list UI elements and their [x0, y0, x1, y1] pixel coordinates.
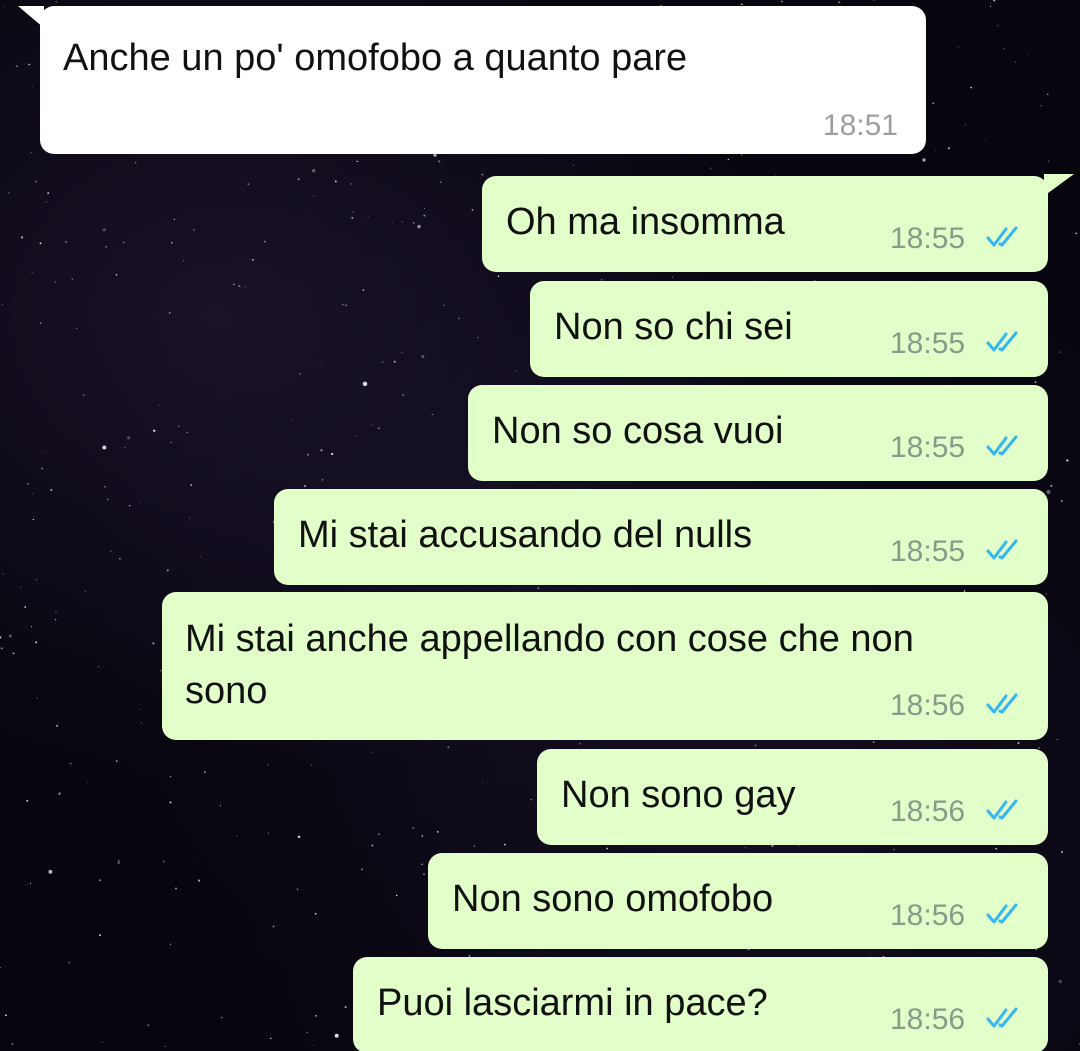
message-text: Puoi lasciarmi in pace?: [377, 982, 768, 1024]
message-bubble-outgoing[interactable]: Mi stai accusando del nulls 18:55: [274, 489, 1048, 585]
message-bubble-outgoing[interactable]: Non sono omofobo 18:56: [428, 853, 1048, 949]
message-time: 18:56: [890, 689, 966, 722]
double-check-icon: [986, 1007, 1018, 1028]
message-bubble-incoming[interactable]: Anche un po' omofobo a quanto pare 18:51: [40, 6, 926, 154]
double-check-icon: [986, 693, 1018, 714]
outgoing-bubble-tail: [1044, 174, 1074, 196]
message-time: 18:55: [890, 535, 966, 568]
message-bubble-outgoing[interactable]: Non sono gay 18:56: [537, 749, 1048, 845]
double-check-icon: [986, 226, 1018, 247]
message-text: Non sono gay: [561, 774, 796, 816]
chat-background: Anche un po' omofobo a quanto pare 18:51…: [0, 0, 1080, 1051]
message-text: Non sono omofobo: [452, 878, 774, 920]
message-bubble-outgoing[interactable]: Mi stai anche appellando con cose che no…: [162, 592, 1048, 740]
message-time: 18:55: [890, 431, 966, 464]
message-text: Non so cosa vuoi: [492, 410, 784, 452]
double-check-icon: [986, 539, 1018, 560]
message-bubble-outgoing[interactable]: Non so cosa vuoi 18:55: [468, 385, 1048, 481]
double-check-icon: [986, 903, 1018, 924]
message-time: 18:51: [822, 109, 898, 142]
message-bubble-outgoing[interactable]: Non so chi sei 18:55: [530, 281, 1048, 377]
message-text: Oh ma insomma: [506, 201, 785, 243]
message-time: 18:55: [890, 222, 966, 255]
message-time: 18:55: [890, 327, 966, 360]
message-time: 18:56: [890, 1003, 966, 1036]
message-text: Anche un po' omofobo a quanto pare: [63, 37, 688, 79]
message-text-line: Mi stai anche appellando con cose che no…: [185, 618, 914, 660]
message-time: 18:56: [890, 899, 966, 932]
double-check-icon: [986, 435, 1018, 456]
message-bubble-outgoing[interactable]: Puoi lasciarmi in pace? 18:56: [353, 957, 1048, 1051]
message-text: Non so chi sei: [554, 306, 793, 348]
message-text-line: sono: [185, 670, 268, 712]
message-bubble-outgoing[interactable]: Oh ma insomma 18:55: [482, 176, 1048, 272]
message-text: Mi stai accusando del nulls: [298, 514, 753, 556]
double-check-icon: [986, 331, 1018, 352]
double-check-icon: [986, 799, 1018, 820]
message-time: 18:56: [890, 795, 966, 828]
